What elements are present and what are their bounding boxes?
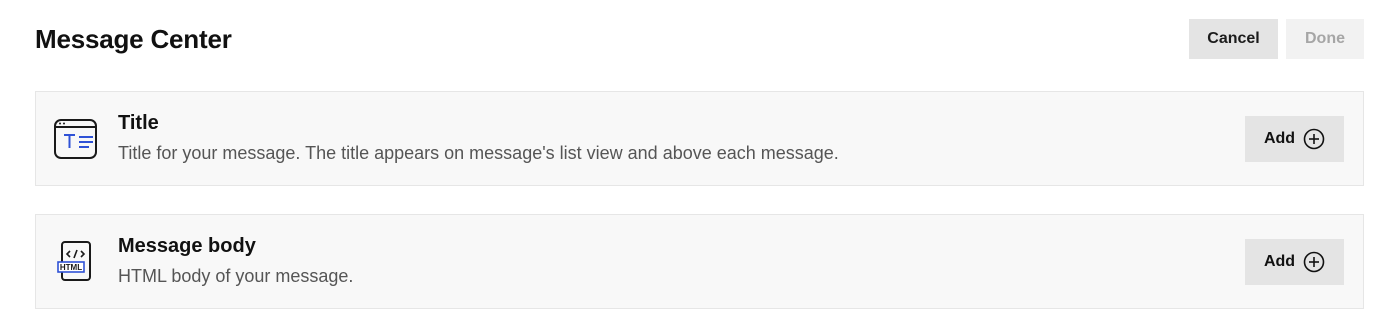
- header: Message Center Cancel Done: [0, 0, 1400, 80]
- card-title: Title: [118, 112, 159, 134]
- card-description: Title for your message. The title appear…: [118, 143, 839, 163]
- title-component-card: Title Title for your message. The title …: [35, 91, 1364, 186]
- page-title: Message Center: [35, 24, 232, 54]
- message-body-component-card: HTML Message body HTML body of your mess…: [35, 214, 1364, 309]
- svg-text:HTML: HTML: [60, 263, 82, 272]
- done-button[interactable]: Done: [1286, 19, 1364, 59]
- add-message-body-button[interactable]: Add: [1245, 239, 1344, 285]
- add-button-label: Add: [1263, 130, 1296, 147]
- message-center-page: Message Center Cancel Done Title Title f…: [0, 0, 1400, 324]
- title-text-icon: [53, 116, 99, 162]
- plus-circle-icon: [1303, 128, 1325, 150]
- add-title-button[interactable]: Add: [1245, 116, 1344, 162]
- card-description: HTML body of your message.: [118, 266, 354, 286]
- html-file-icon: HTML: [53, 239, 99, 285]
- add-button-label: Add: [1263, 253, 1296, 270]
- plus-circle-icon: [1303, 251, 1325, 273]
- cancel-button[interactable]: Cancel: [1189, 19, 1278, 59]
- card-title: Message body: [118, 235, 256, 257]
